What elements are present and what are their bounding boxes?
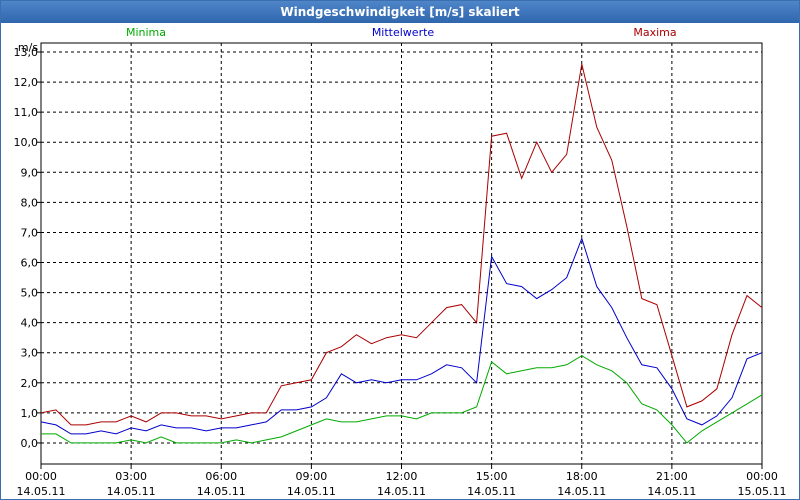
chart-title: Windgeschwindigkeit [m/s] skaliert xyxy=(1,1,799,23)
grid xyxy=(41,43,762,464)
tick-labels: 0,0 1,0 2,0 3,0 4,0 5,0 6,0 7,0 8,0 9,0 10,0 11,0 12… xyxy=(14,46,787,498)
x-tick-time: 06:00 xyxy=(205,470,237,483)
y-tick-label: 4,0 xyxy=(21,317,39,330)
x-tick-time: 12:00 xyxy=(386,470,418,483)
x-tick-date: 14.05.11 xyxy=(557,485,606,498)
y-tick-label: 9,0 xyxy=(21,166,39,179)
x-tick-date: 14.05.11 xyxy=(107,485,156,498)
x-tick-time: 00:00 xyxy=(25,470,57,483)
y-tick-label: 11,0 xyxy=(14,106,39,119)
legend-entry-maxima: Maxima xyxy=(633,26,676,39)
series-line-maxima xyxy=(40,63,763,426)
y-tick-label: 10,0 xyxy=(14,136,39,149)
axes xyxy=(37,42,763,469)
y-axis-label: m/s xyxy=(18,41,38,54)
y-tick-label: 8,0 xyxy=(21,196,39,209)
x-tick-date: 14.05.11 xyxy=(287,485,336,498)
x-tick-date: 15.05.11 xyxy=(738,485,787,498)
wind-speed-chart: 0,0 1,0 2,0 3,0 4,0 5,0 6,0 7,0 8,0 9,0 10,0 11,0 12… xyxy=(14,26,787,498)
legend-entry-minima: Minima xyxy=(126,26,166,39)
y-tick-label: 2,0 xyxy=(21,377,39,390)
y-tick-label: 0,0 xyxy=(21,437,39,450)
y-tick-label: 1,0 xyxy=(21,407,39,420)
x-tick-date: 14.05.11 xyxy=(647,485,696,498)
x-tick-date: 14.05.11 xyxy=(197,485,246,498)
y-tick-label: 12,0 xyxy=(14,76,39,89)
x-tick-date: 14.05.11 xyxy=(17,485,66,498)
x-tick-time: 03:00 xyxy=(115,470,147,483)
y-tick-label: 6,0 xyxy=(21,257,39,270)
x-tick-time: 21:00 xyxy=(656,470,688,483)
x-tick-date: 14.05.11 xyxy=(377,485,426,498)
x-tick-date: 14.05.11 xyxy=(467,485,516,498)
y-tick-label: 5,0 xyxy=(21,287,39,300)
legend: Minima Mittelwerte Maxima xyxy=(126,26,677,39)
x-tick-time: 09:00 xyxy=(296,470,328,483)
chart-window: Windgeschwindigkeit [m/s] skaliert 0,0 1,… xyxy=(0,0,800,500)
x-tick-time: 00:00 xyxy=(746,470,778,483)
x-tick-time: 15:00 xyxy=(476,470,508,483)
y-tick-label: 3,0 xyxy=(21,347,39,360)
legend-entry-mittelwerte: Mittelwerte xyxy=(372,26,435,39)
y-tick-label: 7,0 xyxy=(21,226,39,239)
x-tick-time: 18:00 xyxy=(566,470,598,483)
